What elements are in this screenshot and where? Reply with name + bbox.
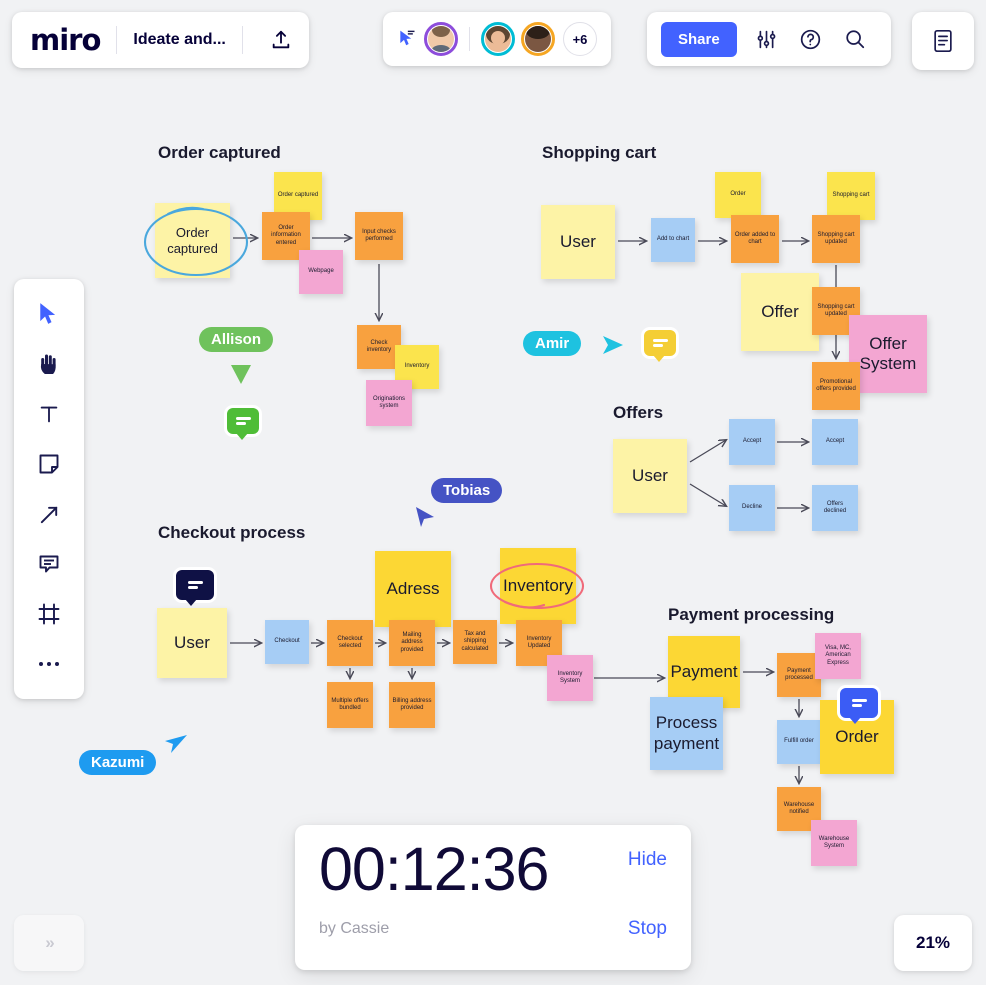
miro-logo[interactable]: miro: [30, 25, 101, 55]
timer-hide-button[interactable]: Hide: [628, 849, 667, 871]
comment-icon[interactable]: [24, 539, 74, 589]
sticky-note[interactable]: Order captured: [155, 203, 230, 278]
sticky-note[interactable]: Adress: [375, 551, 451, 627]
sticky-note[interactable]: Webpage: [299, 250, 343, 294]
frame-icon[interactable]: [24, 589, 74, 639]
chevron-double-right-icon: »: [45, 933, 55, 952]
board-title[interactable]: Ideate and...: [133, 31, 225, 49]
header-divider-2: [241, 26, 243, 54]
upload-icon[interactable]: [259, 18, 303, 62]
sliders-icon[interactable]: [745, 17, 789, 61]
section-title[interactable]: Payment processing: [668, 605, 834, 625]
collaborator-cursor-arrow: [163, 733, 189, 764]
header-divider-1: [116, 26, 118, 54]
document-panel-icon[interactable]: [921, 19, 965, 63]
comment-lines-icon: [851, 697, 867, 710]
more-icon[interactable]: [24, 639, 74, 689]
sticky-note[interactable]: Input checks performed: [355, 212, 403, 260]
sticky-note[interactable]: User: [613, 439, 687, 513]
sticky-note[interactable]: User: [157, 608, 227, 678]
collaborator-cursor-arrow: [228, 362, 254, 393]
zoom-level-button[interactable]: 21%: [894, 915, 972, 971]
sticky-note[interactable]: Order: [715, 172, 761, 218]
header-board-bar: miro Ideate and...: [12, 12, 309, 68]
text-icon[interactable]: [24, 389, 74, 439]
sticky-note[interactable]: Offer System: [849, 315, 927, 393]
collaborator-cursor-label: Amir: [523, 331, 582, 356]
header-notes-panel: [912, 12, 974, 70]
comment-lines-icon: [652, 337, 668, 350]
sticky-note[interactable]: Inventory: [500, 548, 576, 624]
collaborator-comment-bubble[interactable]: [227, 408, 259, 440]
sticky-note[interactable]: Process payment: [650, 697, 723, 770]
sticky-note[interactable]: Accept: [812, 419, 858, 465]
section-title[interactable]: Order captured: [158, 143, 281, 163]
header-collaborators: +6: [383, 12, 611, 66]
sticky-note[interactable]: Offer: [741, 273, 819, 351]
sticky-note[interactable]: Accept: [729, 419, 775, 465]
header-actions: Share: [647, 12, 891, 66]
avatar[interactable]: [521, 22, 555, 56]
zoom-level-value: 21%: [915, 933, 951, 952]
sticky-note[interactable]: Inventory System: [547, 655, 593, 701]
collaborator-cursor-label: Kazumi: [79, 750, 157, 775]
order-comment-bubble[interactable]: [840, 688, 878, 724]
cursor-follow-icon[interactable]: [397, 29, 417, 49]
timer-stop-button[interactable]: Stop: [628, 918, 667, 940]
hand-pan-icon[interactable]: [24, 339, 74, 389]
share-button[interactable]: Share: [661, 21, 737, 57]
avatar[interactable]: [424, 22, 458, 56]
section-title[interactable]: Checkout process: [158, 523, 305, 543]
sticky-note[interactable]: User: [541, 205, 615, 279]
sticky-note[interactable]: Add to chart: [651, 218, 695, 262]
section-title[interactable]: Shopping cart: [542, 143, 656, 163]
expand-panel-button[interactable]: »: [14, 915, 84, 971]
checkout-comment-bubble[interactable]: [176, 570, 214, 606]
sticky-note[interactable]: Promotional offers provided: [812, 362, 860, 410]
section-title[interactable]: Offers: [613, 403, 663, 423]
sticky-note[interactable]: Shopping cart updated: [812, 215, 860, 263]
collaborator-cursor-label: Tobias: [431, 478, 503, 503]
collaborator-cursor-label: Allison: [199, 327, 274, 352]
collaborator-divider: [469, 27, 470, 51]
timer-value: 00:12:36: [319, 835, 549, 903]
sticky-note[interactable]: Billing address provided: [389, 682, 435, 728]
collaborator-comment-bubble[interactable]: [644, 330, 676, 362]
search-icon[interactable]: [833, 17, 877, 61]
sticky-note[interactable]: Mailing address provided: [389, 620, 435, 666]
sticky-note[interactable]: Warehouse System: [811, 820, 857, 866]
sticky-note[interactable]: Checkout: [265, 620, 309, 664]
sticky-note[interactable]: Checkout selected: [327, 620, 373, 666]
collaborator-cursor-arrow: [414, 503, 440, 534]
comment-lines-icon: [235, 415, 251, 428]
comment-lines-icon: [187, 579, 203, 592]
sticky-note[interactable]: Originations system: [366, 380, 412, 426]
sticky-note[interactable]: Fulfill order: [777, 720, 821, 764]
sticky-note[interactable]: Multiple offers bundled: [327, 682, 373, 728]
avatar[interactable]: [481, 22, 515, 56]
timer-widget[interactable]: 00:12:36 Hide by Cassie Stop: [295, 825, 691, 970]
timer-author: by Cassie: [319, 920, 390, 937]
select-cursor-icon[interactable]: [24, 289, 74, 339]
left-toolbar: [14, 279, 84, 699]
sticky-note[interactable]: Decline: [729, 485, 775, 531]
sticky-note[interactable]: Offers declined: [812, 485, 858, 531]
sticky-note[interactable]: Tax and shipping calculated: [453, 620, 497, 664]
sticky-note-icon[interactable]: [24, 439, 74, 489]
collaborator-cursor-arrow: [600, 333, 626, 364]
arrow-icon[interactable]: [24, 489, 74, 539]
sticky-note[interactable]: Visa, MC, American Express: [815, 633, 861, 679]
collaborator-overflow-count[interactable]: +6: [563, 22, 597, 56]
help-circle-icon[interactable]: [789, 17, 833, 61]
sticky-note[interactable]: Shopping cart: [827, 172, 875, 220]
sticky-note[interactable]: Order added to chart: [731, 215, 779, 263]
